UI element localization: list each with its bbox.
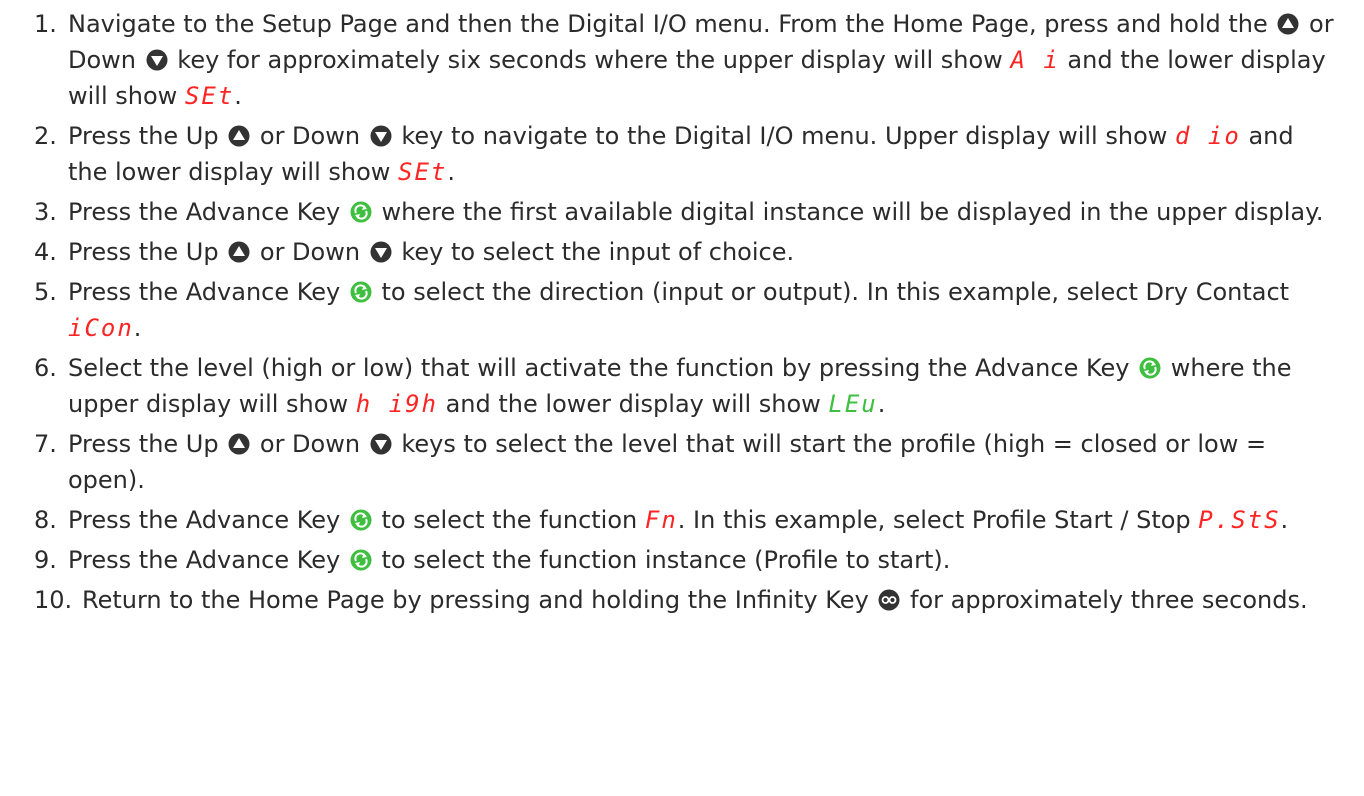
lower-display-value: SEt <box>184 82 235 110</box>
step-text: Select the level (high or low) that will… <box>68 354 1138 382</box>
step-text: Press the Advance Key <box>68 278 348 306</box>
advance-key-icon <box>350 281 372 303</box>
display-value: iCon <box>68 314 134 342</box>
step-text: . <box>447 158 456 186</box>
step-text: key to select the input of choice. <box>393 238 795 266</box>
step-number: 6. <box>34 354 57 382</box>
step-1: 1. Navigate to the Setup Page and then t… <box>34 6 1340 114</box>
step-text: for approximately three seconds. <box>902 586 1308 614</box>
step-text: key for approximately six seconds where … <box>169 46 1011 74</box>
steps-list: 1. Navigate to the Setup Page and then t… <box>34 6 1340 618</box>
step-text: or Down <box>252 238 368 266</box>
step-text: to select the function instance (Profile… <box>373 546 951 574</box>
step-number: 10. <box>34 586 73 614</box>
step-number: 9. <box>34 546 57 574</box>
step-number: 4. <box>34 238 57 266</box>
lower-display-value: SEt <box>398 158 448 186</box>
step-number: 5. <box>34 278 57 306</box>
step-3: 3. Press the Advance Key where the first… <box>34 194 1340 230</box>
step-number: 8. <box>34 506 57 534</box>
step-6: 6. Select the level (high or low) that w… <box>34 350 1340 422</box>
step-text: Press the Up <box>68 430 227 458</box>
step-text: Press the Up <box>68 238 227 266</box>
step-9: 9. Press the Advance Key to select the f… <box>34 542 1340 578</box>
step-number: 1. <box>34 10 57 38</box>
upper-display-value: h i9h <box>355 390 438 418</box>
up-arrow-key-icon <box>228 433 250 455</box>
upper-display-value: A i <box>1010 46 1060 74</box>
advance-key-icon <box>350 509 372 531</box>
upper-display-value: d io <box>1175 122 1241 150</box>
step-text: . In this example, select Profile Start … <box>677 506 1199 534</box>
advance-key-icon <box>1139 357 1161 379</box>
down-arrow-key-icon <box>146 49 168 71</box>
step-text: to select the direction (input or output… <box>373 278 1290 306</box>
display-value: Fn <box>644 506 678 534</box>
step-10: 10. Return to the Home Page by pressing … <box>34 582 1340 618</box>
step-text: to select the function <box>373 506 645 534</box>
up-arrow-key-icon <box>1277 13 1299 35</box>
lower-display-value: LEu <box>828 390 878 418</box>
display-value: P.StS <box>1198 506 1281 534</box>
advance-key-icon <box>350 549 372 571</box>
step-text: and the lower display will show <box>437 390 829 418</box>
step-text: . <box>1280 506 1289 534</box>
instructions-document: 1. Navigate to the Setup Page and then t… <box>0 0 1364 796</box>
up-arrow-key-icon <box>228 125 250 147</box>
step-text: Press the Up <box>68 122 227 150</box>
step-text: key to navigate to the Digital I/O menu.… <box>393 122 1176 150</box>
step-text: . <box>133 314 142 342</box>
step-8: 8. Press the Advance Key to select the f… <box>34 502 1340 538</box>
step-text: Press the Advance Key <box>68 198 348 226</box>
step-text: Navigate to the Setup Page and then the … <box>68 10 1276 38</box>
down-arrow-key-icon <box>370 433 392 455</box>
step-number: 3. <box>34 198 57 226</box>
step-text: where the first available digital instan… <box>373 198 1324 226</box>
step-text: . <box>877 390 886 418</box>
step-7: 7. Press the Up or Down keys to select t… <box>34 426 1340 498</box>
down-arrow-key-icon <box>370 125 392 147</box>
infinity-key-icon <box>878 589 900 611</box>
down-arrow-key-icon <box>370 241 392 263</box>
step-2: 2. Press the Up or Down key to navigate … <box>34 118 1340 190</box>
step-text: Press the Advance Key <box>68 546 348 574</box>
step-5: 5. Press the Advance Key to select the d… <box>34 274 1340 346</box>
advance-key-icon <box>350 201 372 223</box>
step-text: Return to the Home Page by pressing and … <box>82 586 877 614</box>
up-arrow-key-icon <box>228 241 250 263</box>
step-text: . <box>234 82 242 110</box>
step-number: 2. <box>34 122 57 150</box>
step-4: 4. Press the Up or Down key to select th… <box>34 234 1340 270</box>
step-text: or Down <box>252 122 368 150</box>
step-number: 7. <box>34 430 57 458</box>
step-text: or Down <box>252 430 368 458</box>
step-text: Press the Advance Key <box>68 506 348 534</box>
